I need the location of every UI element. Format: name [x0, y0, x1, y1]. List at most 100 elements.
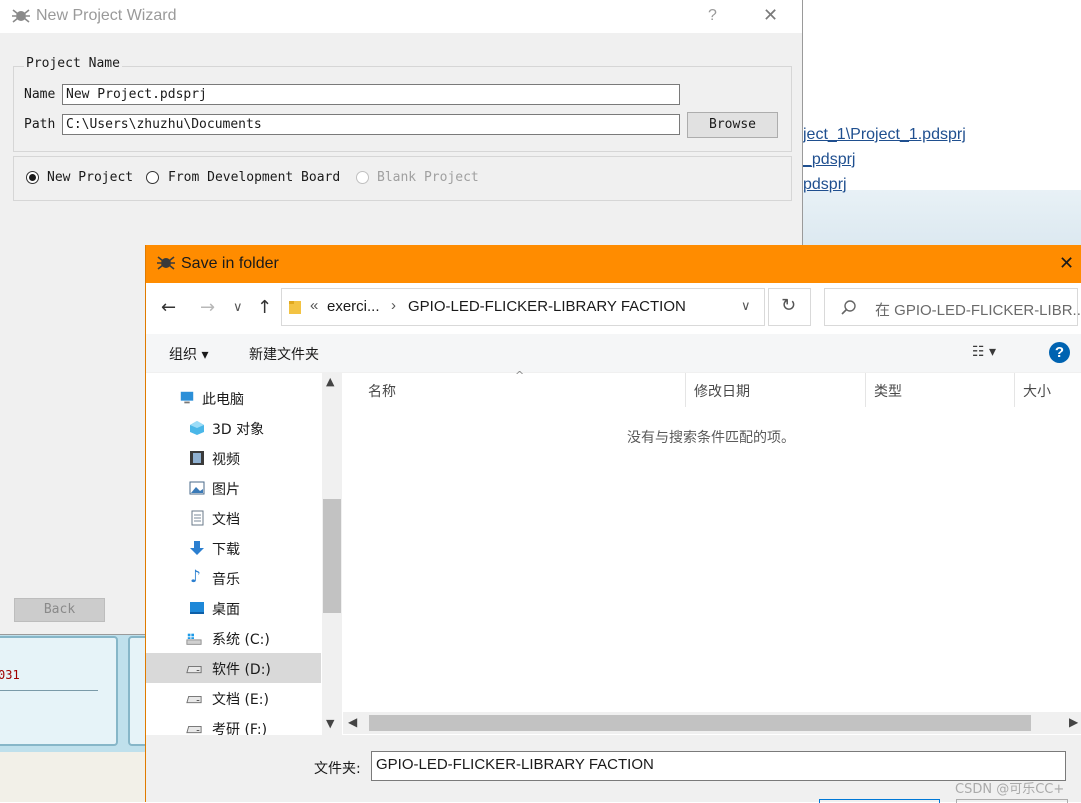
recent-locations-chevron-icon[interactable]: ∨ [233, 300, 243, 315]
scroll-up-icon[interactable]: ▲ [326, 375, 334, 388]
tree-item-label: 视频 [212, 452, 240, 468]
empty-folder-message: 没有与搜索条件匹配的项。 [627, 430, 795, 446]
save-dialog-close-button[interactable]: ✕ [1059, 253, 1074, 274]
column-header-type[interactable]: 类型 [874, 381, 902, 401]
navigation-scrollbar-thumb[interactable] [323, 499, 341, 613]
help-button[interactable]: ? [708, 7, 717, 25]
tree-item-drive-f[interactable]: 考研 (F:) [146, 713, 321, 735]
browse-button[interactable]: Browse [687, 112, 778, 138]
download-icon [190, 541, 204, 555]
tree-item-label: 文档 (E:) [212, 692, 269, 708]
tree-item-drive-d[interactable]: 软件 (D:) [146, 653, 321, 683]
horizontal-scrollbar[interactable]: ◀ ▶ [343, 712, 1081, 734]
select-folder-button[interactable] [819, 799, 940, 803]
column-separator [1014, 373, 1015, 407]
back-button: Back [14, 598, 105, 622]
scroll-left-icon[interactable]: ◀ [348, 715, 357, 729]
tree-item-music[interactable]: ♪ 音乐 [146, 563, 321, 593]
from-dev-board-label[interactable]: From Development Board [168, 170, 340, 185]
from-dev-board-radio[interactable] [146, 171, 159, 184]
cube-icon [190, 421, 204, 435]
recent-project-link-1[interactable]: ject_1\Project_1.pdsprj [803, 126, 966, 144]
command-toolbar: 组织 ▾ 新建文件夹 ☷ ▾ ? [146, 334, 1081, 373]
column-separator [685, 373, 686, 407]
tree-item-videos[interactable]: 视频 [146, 443, 321, 473]
recent-project-link-2[interactable]: _pdsprj [803, 151, 855, 169]
tree-item-this-pc[interactable]: 此电脑 [146, 383, 321, 413]
up-arrow-icon[interactable]: ↑ [257, 297, 272, 318]
tree-item-label: 桌面 [212, 602, 240, 618]
wizard-close-button[interactable]: ✕ [763, 5, 778, 26]
help-icon[interactable]: ? [1049, 342, 1070, 363]
path-label: Path [24, 117, 56, 132]
column-separator [865, 373, 866, 407]
background-card-divider [0, 690, 98, 691]
proteus-logo-icon [12, 9, 30, 23]
new-project-label[interactable]: New Project [47, 170, 133, 185]
proteus-logo-icon [157, 256, 175, 270]
back-arrow-icon[interactable]: ← [161, 297, 176, 318]
forward-arrow-icon: → [200, 297, 216, 318]
cancel-button[interactable] [956, 799, 1068, 803]
refresh-button[interactable]: ↻ [768, 288, 811, 326]
address-dropdown-icon[interactable]: ∨ [741, 299, 751, 314]
tree-item-documents[interactable]: 文档 [146, 503, 321, 533]
address-parent-segment[interactable]: exerci... [327, 298, 380, 315]
recent-project-link-3[interactable]: pdsprj [803, 176, 847, 194]
csdn-watermark: CSDN @可乐CC+ [955, 782, 1065, 797]
tree-item-label: 3D 对象 [212, 422, 265, 438]
search-icon [841, 300, 856, 315]
tree-item-label: 音乐 [212, 572, 240, 588]
search-input[interactable]: 在 GPIO-LED-FLICKER-LIBR... [824, 288, 1081, 326]
scroll-down-icon[interactable]: ▼ [326, 717, 334, 730]
folder-icon [289, 301, 301, 314]
tree-item-downloads[interactable]: 下载 [146, 533, 321, 563]
new-project-radio[interactable] [26, 171, 39, 184]
document-icon [191, 510, 204, 526]
tree-item-label: 下载 [212, 542, 240, 558]
desktop-icon [190, 602, 204, 614]
file-list-pane: ^ 名称 修改日期 类型 大小 没有与搜索条件匹配的项。 [343, 369, 1081, 733]
scroll-right-icon[interactable]: ▶ [1069, 715, 1078, 729]
project-path-input[interactable]: C:\Users\zhuzhu\Documents [62, 114, 680, 135]
tree-item-label: 考研 (F:) [212, 722, 268, 735]
address-bar[interactable]: « exerci... › GPIO-LED-FLICKER-LIBRARY F… [281, 288, 765, 326]
organize-menu-button[interactable]: 组织 ▾ [169, 344, 208, 364]
wizard-titlebar: New Project Wizard ? ✕ [0, 0, 802, 33]
tree-item-drive-e[interactable]: 文档 (E:) [146, 683, 321, 713]
project-name-input[interactable]: New Project.pdsprj [62, 84, 680, 105]
new-folder-button[interactable]: 新建文件夹 [249, 344, 319, 364]
address-overflow-icon[interactable]: « [310, 297, 318, 314]
column-header-name[interactable]: 名称 [368, 381, 396, 401]
picture-icon [189, 481, 205, 495]
horizontal-scrollbar-thumb[interactable] [369, 715, 1031, 731]
navigation-pane: 此电脑 3D 对象 视频 图片 文档 下载 ♪ 音乐 桌面 系统 (C:) 软件… [146, 373, 342, 735]
address-separator-icon: › [391, 297, 396, 314]
navigation-scrollbar[interactable]: ▲ ▼ [322, 373, 342, 735]
address-current-segment[interactable]: GPIO-LED-FLICKER-LIBRARY FACTION [408, 298, 686, 315]
save-dialog-title: Save in folder [181, 255, 279, 272]
folder-field-label: 文件夹: [314, 761, 361, 777]
folder-name-input[interactable]: GPIO-LED-FLICKER-LIBRARY FACTION [371, 751, 1066, 781]
tree-item-label: 系统 (C:) [212, 632, 270, 648]
tree-item-desktop[interactable]: 桌面 [146, 593, 321, 623]
tree-item-label: 图片 [212, 482, 240, 498]
name-label: Name [24, 87, 56, 102]
blank-project-label: Blank Project [377, 170, 479, 185]
tree-item-3d-objects[interactable]: 3D 对象 [146, 413, 321, 443]
drive-icon [186, 696, 202, 704]
tree-item-label: 文档 [212, 512, 240, 528]
tree-item-pictures[interactable]: 图片 [146, 473, 321, 503]
project-name-group [13, 66, 792, 152]
column-header-size[interactable]: 大小 [1023, 381, 1051, 401]
blank-project-radio [356, 171, 369, 184]
column-header-date-modified[interactable]: 修改日期 [694, 381, 750, 401]
save-in-folder-dialog: Save in folder ✕ ← → ∨ ↑ « exerci... › G… [145, 245, 1081, 803]
tree-item-drive-c[interactable]: 系统 (C:) [146, 623, 321, 653]
music-icon: ♪ [190, 567, 201, 587]
video-icon [190, 451, 204, 465]
search-placeholder: 在 GPIO-LED-FLICKER-LIBR... [875, 302, 1081, 319]
background-card: 031 [0, 636, 118, 746]
computer-icon [180, 391, 194, 404]
view-options-icon[interactable]: ☷ ▾ [972, 344, 996, 360]
